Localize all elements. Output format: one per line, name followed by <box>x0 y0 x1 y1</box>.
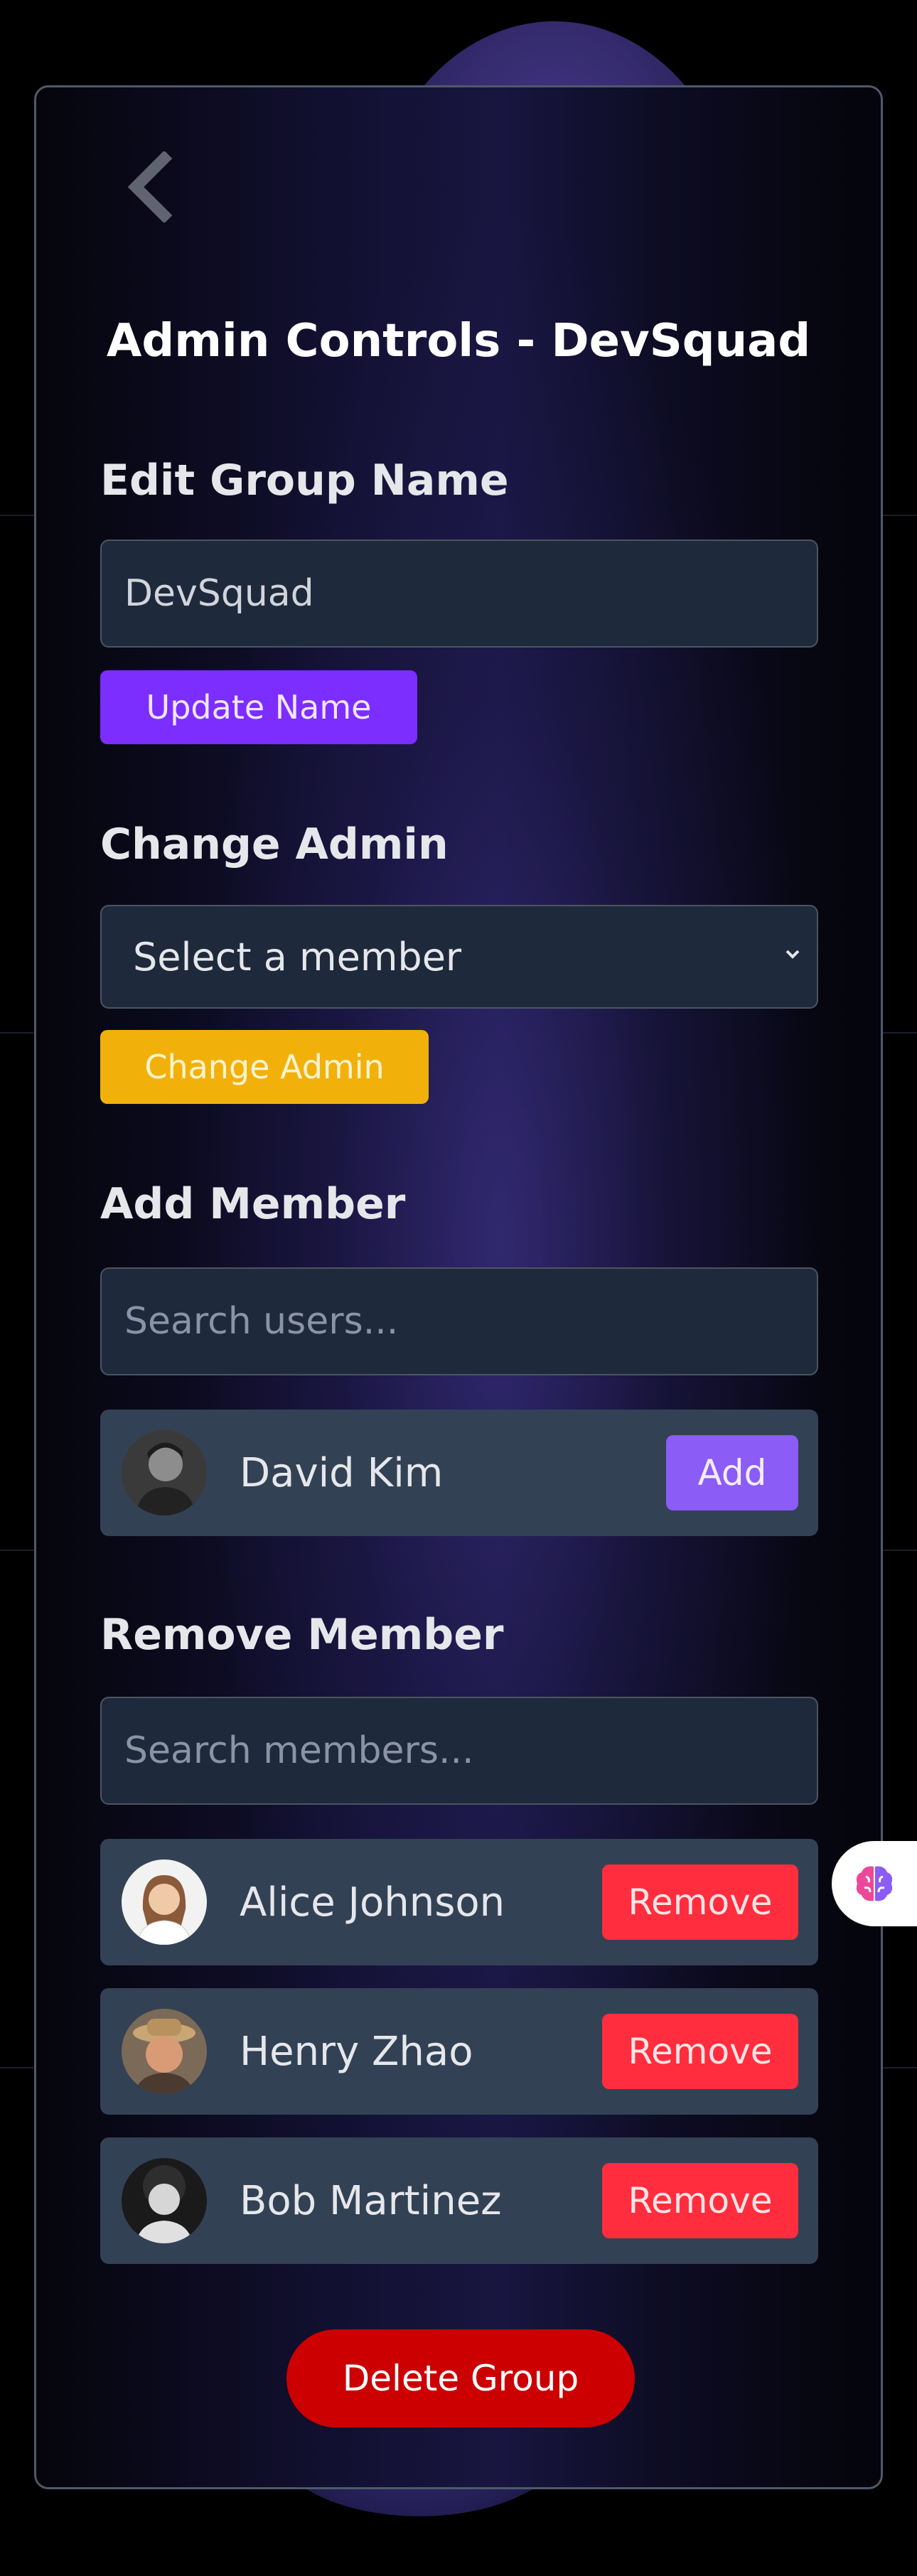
admin-controls-panel: Admin Controls - DevSquad Edit Group Nam… <box>34 85 883 2489</box>
back-button[interactable] <box>107 144 193 230</box>
member-name: Bob Martinez <box>240 2177 502 2224</box>
user-search-result-row: David Kim Add <box>100 1410 818 1536</box>
search-members-input[interactable] <box>100 1697 818 1805</box>
avatar <box>122 1430 207 1515</box>
change-admin-button[interactable]: Change Admin <box>100 1030 429 1104</box>
edit-group-name-heading: Edit Group Name <box>100 456 509 505</box>
user-name: David Kim <box>240 1449 444 1496</box>
member-name: Alice Johnson <box>240 1879 505 1926</box>
user-avatar-icon <box>122 1430 207 1515</box>
side-assistant-button[interactable] <box>832 1841 917 1926</box>
user-avatar-icon <box>122 2009 207 2094</box>
member-row: Alice Johnson Remove <box>100 1839 818 1965</box>
group-name-input[interactable] <box>100 540 818 648</box>
chevron-down-icon <box>785 950 800 959</box>
member-row: Henry Zhao Remove <box>100 1988 818 2115</box>
avatar <box>122 1859 207 1945</box>
user-avatar-icon <box>122 1859 207 1945</box>
user-avatar-icon <box>122 2158 207 2243</box>
remove-member-button[interactable]: Remove <box>602 2014 798 2089</box>
member-name: Henry Zhao <box>240 2028 473 2075</box>
add-member-heading: Add Member <box>100 1179 406 1229</box>
delete-group-button[interactable]: Delete Group <box>286 2329 635 2427</box>
select-value: Select a member <box>133 934 462 980</box>
add-member-button[interactable]: Add <box>666 1435 798 1510</box>
avatar <box>122 2158 207 2243</box>
member-row: Bob Martinez Remove <box>100 2137 818 2264</box>
remove-member-button[interactable]: Remove <box>602 2163 798 2238</box>
change-admin-heading: Change Admin <box>100 820 449 869</box>
update-name-button[interactable]: Update Name <box>100 670 417 744</box>
remove-member-button[interactable]: Remove <box>602 1864 798 1940</box>
search-users-input[interactable] <box>100 1267 818 1375</box>
avatar <box>122 2009 207 2094</box>
page-title: Admin Controls - DevSquad <box>106 315 811 367</box>
chevron-left-icon <box>127 151 173 222</box>
brain-icon <box>856 1866 893 1901</box>
remove-member-heading: Remove Member <box>100 1610 504 1660</box>
admin-member-select[interactable]: Select a member <box>100 905 818 1009</box>
